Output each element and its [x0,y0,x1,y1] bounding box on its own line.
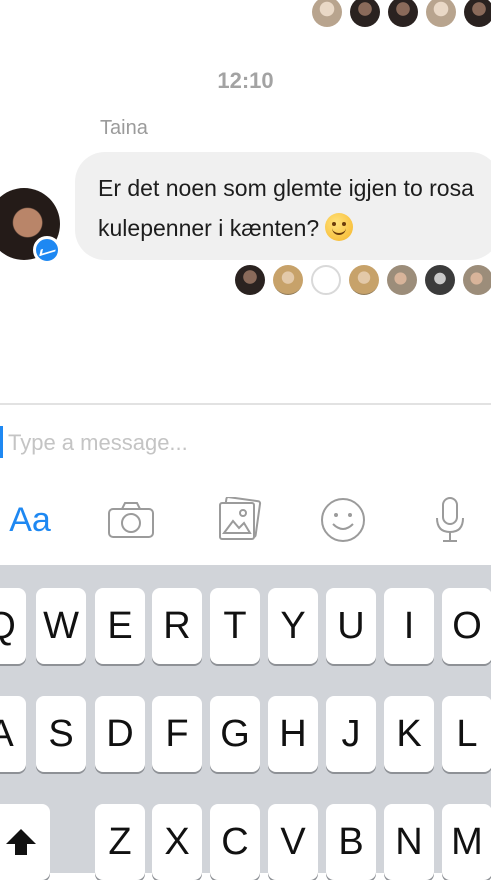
key-a[interactable]: A [0,696,26,772]
key-o[interactable]: O [442,588,491,664]
avatar [426,0,456,27]
read-receipt-avatar [311,265,341,295]
composer-toolbar: Aa [0,490,491,550]
key-w[interactable]: W [36,588,86,664]
read-receipt-avatar [273,265,303,295]
read-receipt-avatar [387,265,417,295]
key-f[interactable]: F [152,696,202,772]
key-b[interactable]: B [326,804,376,880]
smiley-emoji-icon [325,213,354,241]
key-m[interactable]: M [442,804,491,880]
key-y[interactable]: Y [268,588,318,664]
key-s[interactable]: S [36,696,86,772]
key-i[interactable]: I [384,588,434,664]
key-j[interactable]: J [326,696,376,772]
shift-arrow-icon [6,829,36,855]
avatar [350,0,380,27]
key-t[interactable]: T [210,588,260,664]
microphone-icon [436,497,464,542]
key-n[interactable]: N [384,804,434,880]
message-input[interactable] [6,422,480,464]
key-x[interactable]: X [152,804,202,880]
read-receipt-avatar [349,265,379,295]
avatar [464,0,491,27]
key-r[interactable]: R [152,588,202,664]
key-u[interactable]: U [326,588,376,664]
key-v[interactable]: V [268,804,318,880]
key-z[interactable]: Z [95,804,145,880]
key-l[interactable]: L [442,696,491,772]
text-caret [0,426,3,458]
voice-button[interactable] [430,490,470,550]
key-e[interactable]: E [95,588,145,664]
read-receipt-avatar [463,265,491,295]
key-d[interactable]: D [95,696,145,772]
key-c[interactable]: C [210,804,260,880]
key-g[interactable]: G [210,696,260,772]
message-bubble[interactable]: Er det noen som glemte igjen to rosa kul… [75,152,491,260]
avatar [312,0,342,27]
keyboard: Q W E R T Y U I O A S D F G H J K L Z X … [0,565,491,880]
camera-icon [108,502,154,538]
read-receipt-avatar [425,265,455,295]
message-composer[interactable] [0,420,491,464]
avatar [388,0,418,27]
camera-button[interactable] [103,490,159,550]
gallery-button[interactable] [212,490,268,550]
text-format-button[interactable]: Aa [0,490,60,550]
messenger-badge-icon [33,236,61,264]
emoji-icon [321,498,365,542]
read-receipt-avatar [235,265,265,295]
photo-gallery-icon [219,497,262,540]
key-h[interactable]: H [268,696,318,772]
message-timestamp: 12:10 [217,68,274,93]
shift-key[interactable] [0,804,50,880]
key-q[interactable]: Q [0,588,26,664]
emoji-button[interactable] [318,490,368,550]
message-text: Er det noen som glemte igjen to rosa kul… [98,175,474,241]
key-k[interactable]: K [384,696,434,772]
composer-divider [0,403,491,405]
sender-name: Taina [100,117,148,139]
